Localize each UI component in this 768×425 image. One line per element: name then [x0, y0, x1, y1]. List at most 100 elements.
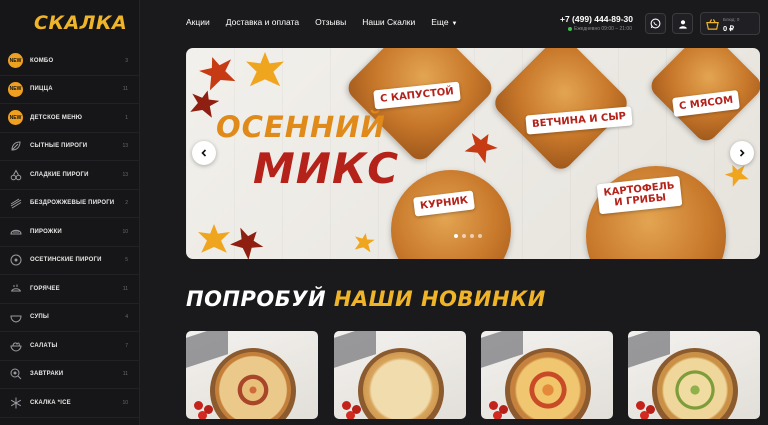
- pizza-image: [215, 352, 291, 419]
- sidebar-item-count: 7: [125, 342, 128, 349]
- sidebar-item-label: Детское меню: [30, 114, 83, 121]
- nav-link-promotions[interactable]: Акции: [186, 17, 210, 27]
- pizza-image: [363, 352, 439, 419]
- banner-headline-top: ОСЕННИЙ: [216, 110, 386, 144]
- sidebar-item-label: Скалка *ICE: [30, 399, 71, 406]
- whatsapp-icon: [650, 18, 661, 29]
- phone-number[interactable]: +7 (499) 444-89-30: [560, 14, 633, 24]
- sidebar-item-pirozhki[interactable]: Пирожки 10: [0, 218, 140, 247]
- new-badge-icon: NEW: [8, 110, 23, 126]
- cart-total: 0 ₽: [723, 24, 735, 33]
- sidebar-item-count: 11: [122, 285, 128, 292]
- carousel-dots: [454, 234, 482, 238]
- sidebar-item-count: 3: [125, 57, 128, 64]
- tomato-image: [636, 401, 645, 410]
- sidebar-item-label: Сладкие пироги: [30, 171, 89, 178]
- status-dot-icon: [568, 26, 572, 31]
- cherry-icon: [8, 167, 23, 182]
- leaf-icon: [8, 139, 23, 154]
- sidebar-item-label: Пирожки: [30, 228, 62, 235]
- tomato-image: [194, 401, 203, 410]
- bread-icon: [8, 196, 23, 211]
- nav-link-our-locations[interactable]: Наши Скалки: [362, 17, 415, 27]
- basket-icon: [706, 19, 719, 30]
- egg-icon: [8, 367, 23, 382]
- promo-banner[interactable]: ОСЕННИЙ МИКС С КАПУСТОЙ ВЕТЧИНА И СЫР С …: [186, 48, 760, 259]
- sidebar-item-pizza[interactable]: NEW Пицца 11: [0, 76, 140, 104]
- sidebar-item-label: Горячее: [30, 285, 60, 292]
- sidebar-item-count: 11: [122, 371, 128, 378]
- round-pie-icon: [8, 253, 23, 268]
- sidebar-item-label: Бездрожжевые пироги: [30, 200, 115, 207]
- sidebar-item-count: 13: [122, 143, 128, 150]
- top-navigation: Акции Доставка и оплата Отзывы Наши Скал…: [186, 17, 458, 27]
- section-title-highlight: НАШИ НОВИНКИ: [333, 287, 546, 311]
- sidebar-item-hot-dishes[interactable]: Горячее 11: [0, 275, 140, 304]
- carousel-dot[interactable]: [478, 234, 482, 238]
- sidebar-item-count: 4: [125, 314, 128, 321]
- banner-prev-button[interactable]: [192, 141, 216, 165]
- user-icon: [678, 19, 687, 29]
- product-card[interactable]: [628, 331, 760, 419]
- chevron-right-icon: [739, 149, 745, 157]
- chevron-down-icon: ▼: [451, 21, 458, 27]
- category-menu: NEW Комбо 3 NEW Пицца 11 NEW Детское мен…: [0, 47, 140, 418]
- soup-bowl-icon: [8, 310, 23, 325]
- carousel-dot[interactable]: [454, 234, 458, 238]
- section-title-plain: ПОПРОБУЙ: [186, 287, 327, 311]
- sidebar-item-breakfasts[interactable]: Завтраки 11: [0, 361, 140, 389]
- sidebar-item-yeast-free-pies[interactable]: Бездрожжевые пироги 2: [0, 190, 140, 218]
- chevron-left-icon: [201, 149, 207, 157]
- sidebar-item-label: Пицца: [30, 86, 53, 93]
- carousel-dot[interactable]: [462, 234, 466, 238]
- sidebar-item-savory-pies[interactable]: Сытные пироги 13: [0, 133, 140, 161]
- salad-bowl-icon: [8, 338, 23, 353]
- sidebar-item-combo[interactable]: NEW Комбо 3: [0, 47, 140, 76]
- sidebar-item-ossetian-pies[interactable]: Осетинские пироги 5: [0, 247, 140, 275]
- nav-link-delivery-payment[interactable]: Доставка и оплата: [226, 17, 299, 27]
- nav-more-label: Еще: [431, 17, 449, 27]
- pastry-icon: [8, 224, 23, 239]
- sidebar-item-soups[interactable]: Супы 4: [0, 304, 140, 332]
- sidebar-item-count: 10: [122, 228, 128, 235]
- nav-more-dropdown[interactable]: Еще ▼: [431, 17, 457, 27]
- tomato-image: [489, 401, 498, 410]
- product-card[interactable]: [186, 331, 318, 419]
- sidebar-item-count: 5: [125, 257, 128, 264]
- banner-next-button[interactable]: [730, 141, 754, 165]
- cart-button[interactable]: Блюд: 0 0 ₽: [700, 12, 760, 35]
- nav-link-reviews[interactable]: Отзывы: [315, 17, 346, 27]
- product-card[interactable]: [334, 331, 466, 419]
- sidebar-item-label: Салаты: [30, 342, 58, 349]
- sidebar-item-label: Сытные пироги: [30, 143, 88, 150]
- sidebar-item-label: Завтраки: [30, 371, 64, 378]
- sidebar: СКАЛКА NEW Комбо 3 NEW Пицца 11 NEW Детс…: [0, 0, 140, 425]
- logo[interactable]: СКАЛКА: [34, 12, 127, 34]
- sidebar-item-label: Супы: [30, 314, 49, 321]
- section-title: ПОПРОБУЙ НАШИ НОВИНКИ: [186, 287, 546, 311]
- sidebar-item-count: 11: [122, 86, 128, 93]
- banner-headline-bottom: МИКС: [253, 144, 400, 193]
- sidebar-item-count: 13: [122, 171, 128, 178]
- account-button[interactable]: [672, 13, 693, 34]
- sidebar-item-skalka-ice[interactable]: Скалка *ICE 10: [0, 389, 140, 418]
- hot-dish-icon: [8, 281, 23, 296]
- snowflake-icon: [8, 395, 23, 410]
- sidebar-item-count: 2: [125, 200, 128, 207]
- pizza-image: [657, 352, 733, 419]
- sidebar-item-count: 10: [122, 399, 128, 406]
- sidebar-item-salads[interactable]: Салаты 7: [0, 332, 140, 361]
- sidebar-item-sweet-pies[interactable]: Сладкие пироги 13: [0, 161, 140, 190]
- new-badge-icon: NEW: [8, 81, 23, 97]
- sidebar-item-kids-menu[interactable]: NEW Детское меню 1: [0, 104, 140, 133]
- sidebar-item-count: 1: [125, 114, 128, 121]
- sidebar-item-label: Комбо: [30, 57, 54, 64]
- working-hours: Ежедневно 09:00 – 21:00: [568, 26, 632, 32]
- tomato-image: [342, 401, 351, 410]
- product-card[interactable]: [481, 331, 613, 419]
- whatsapp-button[interactable]: [645, 13, 666, 34]
- working-hours-text: Ежедневно 09:00 – 21:00: [574, 26, 632, 32]
- carousel-dot[interactable]: [470, 234, 474, 238]
- new-badge-icon: NEW: [8, 53, 23, 69]
- cart-items-label: Блюд: 0: [723, 17, 740, 22]
